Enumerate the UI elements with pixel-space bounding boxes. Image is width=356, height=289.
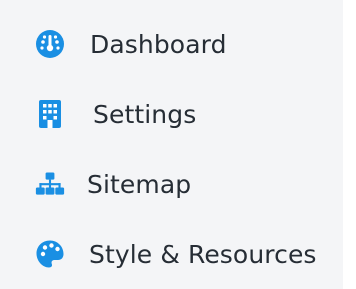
sidebar-item-settings[interactable]: Settings (0, 79, 343, 149)
dashboard-gauge-icon (35, 29, 65, 59)
sidebar-item-sitemap[interactable]: Sitemap (0, 149, 343, 219)
sidebar-item-label: Sitemap (87, 169, 192, 199)
sidebar-item-label: Dashboard (90, 29, 227, 59)
sidebar-nav: Dashboard Settings Sitemap Style & Resou… (0, 0, 343, 289)
sidebar-item-label: Style & Resources (89, 239, 317, 269)
palette-icon (35, 239, 65, 269)
building-icon (35, 99, 65, 129)
sidebar-item-dashboard[interactable]: Dashboard (0, 9, 343, 79)
sidebar-item-style-resources[interactable]: Style & Resources (0, 219, 343, 289)
sidebar-item-label: Settings (93, 99, 197, 129)
sitemap-icon (35, 169, 65, 199)
